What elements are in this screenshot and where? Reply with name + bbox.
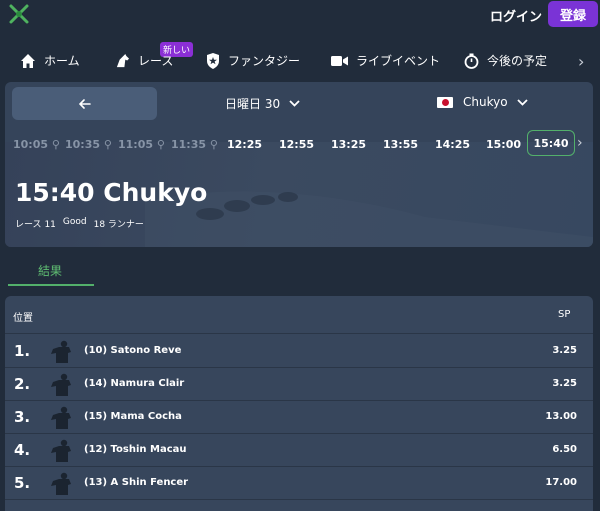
nav-item-fantasy[interactable]: ファンタジー (206, 52, 300, 69)
top-bar: ログイン 登録 (0, 0, 600, 32)
starting-price: 13.00 (545, 411, 577, 422)
chevron-right-icon[interactable]: › (577, 135, 583, 151)
position-number: 1. (14, 342, 31, 360)
nav-item-home[interactable]: ホーム (20, 52, 80, 69)
crossed-swords-logo-icon[interactable] (8, 3, 30, 25)
shield-star-icon (207, 52, 219, 69)
starting-price: 6.50 (552, 444, 577, 455)
day-dropdown[interactable]: 日曜日 30 (225, 95, 300, 112)
table-row[interactable]: 3. (15) Mama Cocha 13.00 (5, 401, 593, 434)
race-time[interactable]: 13:55 (383, 138, 418, 151)
back-button[interactable] (12, 87, 157, 120)
race-time-past[interactable]: 10:05 ⚲ (13, 138, 60, 151)
chevron-down-icon (289, 100, 300, 107)
table-row[interactable]: 5. (13) A Shin Fencer 17.00 (5, 467, 593, 500)
horse-name: (13) A Shin Fencer (84, 477, 189, 488)
location-pin-icon: ⚲ (209, 138, 218, 151)
nav-item-races[interactable]: レース (115, 52, 173, 69)
race-time-past[interactable]: 10:35 ⚲ (65, 138, 112, 151)
nav-item-live-events[interactable]: ライブイベント (331, 52, 440, 69)
arrow-left-icon (78, 98, 91, 109)
nav-item-label: 今後の予定 (487, 54, 548, 68)
day-label: 日曜日 30 (225, 97, 281, 111)
results-table: 位置 SP 1. (10) Satono Reve 3.25 2. (14) N… (5, 296, 593, 511)
location-pin-icon: ⚲ (103, 138, 112, 151)
nav-item-label: レース (138, 54, 174, 68)
home-icon (21, 53, 35, 68)
table-row[interactable]: 2. (14) Namura Clair 3.25 (5, 368, 593, 401)
horse-name: (10) Satono Reve (84, 345, 182, 356)
jockey-silk-icon (51, 472, 71, 495)
nav-item-upcoming[interactable]: 今後の予定 (464, 52, 547, 69)
position-number: 4. (14, 441, 31, 459)
chevron-right-icon[interactable]: › (578, 52, 584, 71)
login-link[interactable]: ログイン (490, 6, 542, 25)
main-nav: ホーム 新しい レース ファンタジー ライブイベント 今後の予定 › (0, 42, 600, 80)
race-time[interactable]: 15:00 (486, 138, 521, 151)
position-number: 3. (14, 408, 31, 426)
location-pin-icon: ⚲ (156, 138, 165, 151)
jockey-silk-icon (51, 406, 71, 429)
starting-price: 3.25 (552, 345, 577, 356)
race-meta: レース 11 Good 18 ランナー (15, 217, 144, 230)
nav-item-label: ホーム (44, 54, 80, 68)
nav-item-label: ファンタジー (228, 54, 301, 68)
stopwatch-icon (464, 53, 479, 69)
register-button[interactable]: 登録 (548, 1, 598, 27)
race-time[interactable]: 12:55 (279, 138, 314, 151)
runners-text: 18 ランナー (93, 220, 144, 230)
japan-flag-icon (437, 96, 453, 108)
race-number-text: レース 11 (15, 220, 56, 230)
jockey-silk-icon (51, 439, 71, 462)
video-camera-icon (331, 55, 348, 66)
race-time[interactable]: 14:25 (435, 138, 470, 151)
horse-name: (15) Mama Cocha (84, 411, 182, 422)
nav-item-label: ライブイベント (356, 54, 441, 68)
starting-price: 17.00 (545, 477, 577, 488)
race-times-strip: 10:05 ⚲ 10:35 ⚲ 11:05 ⚲ 11:35 ⚲ 12:25 12… (5, 130, 593, 160)
jockey-silk-icon (51, 340, 71, 363)
horse-name: (12) Toshin Macau (84, 444, 187, 455)
starting-price: 3.25 (552, 378, 577, 389)
race-title: 15:40 Chukyo (15, 178, 208, 207)
race-time[interactable]: 13:25 (331, 138, 366, 151)
position-number: 2. (14, 375, 31, 393)
table-row[interactable]: 1. (10) Satono Reve 3.25 (5, 335, 593, 368)
tab-results[interactable]: 結果 (38, 262, 62, 279)
going-text: Good (62, 217, 87, 227)
jockey-silk-icon (51, 373, 71, 396)
position-number: 5. (14, 474, 31, 492)
tab-active-indicator (8, 284, 94, 286)
chevron-down-icon (516, 98, 528, 106)
position-column-header: 位置 (13, 313, 33, 324)
track-dropdown[interactable]: Chukyo (437, 95, 528, 109)
race-time[interactable]: 12:25 (227, 138, 262, 151)
race-time-past[interactable]: 11:05 ⚲ (118, 138, 165, 151)
horse-name: (14) Namura Clair (84, 378, 185, 389)
race-time-selected[interactable]: 15:40 (527, 130, 575, 156)
results-header: 位置 SP (5, 296, 593, 334)
race-card: 日曜日 30 Chukyo 10:05 ⚲ 10:35 ⚲ 11:05 ⚲ 11… (5, 82, 593, 247)
track-label: Chukyo (463, 95, 508, 109)
race-time-past[interactable]: 11:35 ⚲ (171, 138, 218, 151)
horse-icon (116, 53, 130, 68)
sp-column-header: SP (558, 309, 571, 320)
table-row[interactable]: 4. (12) Toshin Macau 6.50 (5, 434, 593, 467)
location-pin-icon: ⚲ (51, 138, 60, 151)
